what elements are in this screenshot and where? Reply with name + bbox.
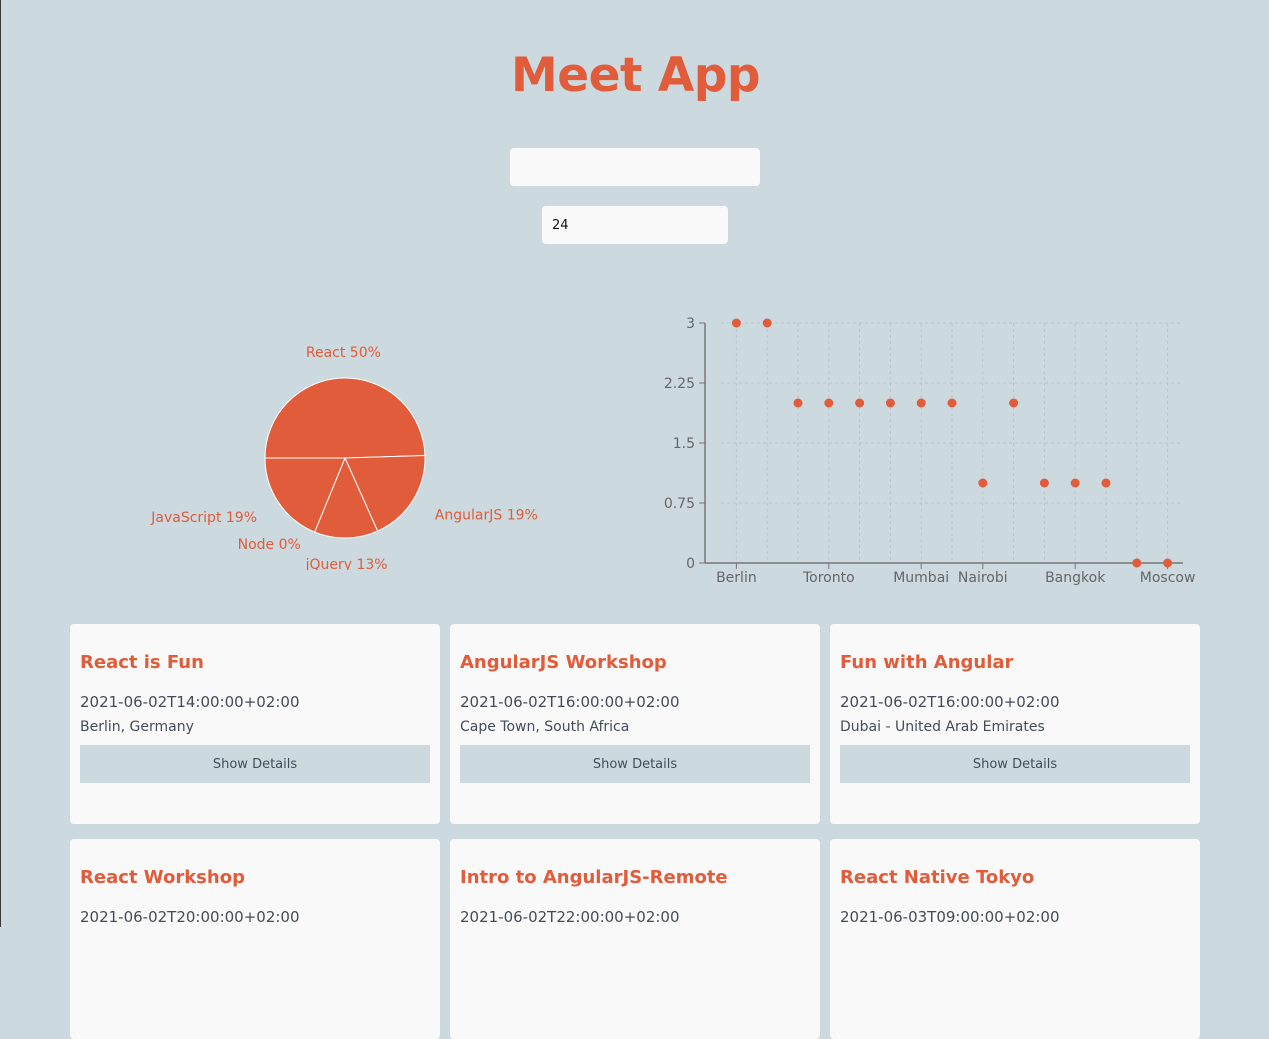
y-tick-label: 0.75 <box>664 496 695 512</box>
pie-label-javascript: JavaScript 19% <box>150 510 257 526</box>
page-title: Meet App <box>510 48 761 103</box>
scatter-point-cape-town <box>793 398 803 408</box>
scatter-point-moscow <box>1163 558 1173 568</box>
x-tick-label: Bangkok <box>1045 570 1106 586</box>
scatter-point-tokyo <box>1039 478 1049 488</box>
x-tick-label: Nairobi <box>958 570 1008 586</box>
event-title: React Native Tokyo <box>840 867 1035 888</box>
scatter-point-nairobi <box>978 478 988 488</box>
scatter-point-mumbai <box>916 398 926 408</box>
pie-label-angularjs: AngularJS 19% <box>435 507 538 523</box>
x-tick-label: Mumbai <box>893 570 949 586</box>
x-tick-label: Toronto <box>802 570 855 586</box>
event-title: React Workshop <box>80 867 245 888</box>
scatter-point-bangkok <box>1070 478 1080 488</box>
event-time: 2021-06-02T20:00:00+02:00 <box>80 908 300 926</box>
event-card: React Workshop 2021-06-02T20:00:00+02:00 <box>70 839 440 1039</box>
topic-pie-chart: React 50% AngularJS 19% jQuery 13% Node 0% J… <box>150 345 538 570</box>
event-card: React Native Tokyo 2021-06-03T09:00:00+0… <box>830 839 1200 1039</box>
event-time: 2021-06-02T22:00:00+02:00 <box>460 908 680 926</box>
show-details-button[interactable]: Show Details <box>460 745 810 783</box>
event-title: Intro to AngularJS-Remote <box>460 867 728 888</box>
event-location: Berlin, Germany <box>80 719 194 735</box>
y-tick-label: 2.25 <box>664 376 695 392</box>
scatter-point-dubai <box>855 398 865 408</box>
event-time: 2021-06-02T16:00:00+02:00 <box>460 693 680 711</box>
x-tick-label: Berlin <box>716 570 757 586</box>
city-events-scatter-chart: 0 0.75 1.5 2.25 3 Berlin Toronto Mumbai Nairobi B… <box>664 316 1196 586</box>
event-time: 2021-06-03T09:00:00+02:00 <box>840 908 1060 926</box>
scatter-point-berlin <box>731 318 741 328</box>
scatter-point-munich <box>1009 398 1019 408</box>
scatter-point-madrid <box>885 398 895 408</box>
pie-slice-react <box>264 377 426 459</box>
number-of-events-input[interactable] <box>542 206 728 244</box>
event-time: 2021-06-02T16:00:00+02:00 <box>840 693 1060 711</box>
scatter-point-toronto <box>824 398 834 408</box>
pie-label-node: Node 0% <box>238 537 301 553</box>
show-details-button[interactable]: Show Details <box>80 745 430 783</box>
y-tick-label: 1.5 <box>673 436 695 452</box>
event-title: React is Fun <box>80 652 204 673</box>
pie-label-jquery: jQuery 13% <box>305 557 388 570</box>
event-card: React is Fun 2021-06-02T14:00:00+02:00 B… <box>70 624 440 824</box>
event-card: Fun with Angular 2021-06-02T16:00:00+02:… <box>830 624 1200 824</box>
scatter-point-amsterdam <box>1132 558 1142 568</box>
pie-label-react: React 50% <box>306 345 381 361</box>
event-location: Cape Town, South Africa <box>460 719 630 735</box>
x-tick-label: Moscow <box>1140 570 1196 586</box>
y-tick-label: 3 <box>686 316 695 332</box>
event-time: 2021-06-02T14:00:00+02:00 <box>80 693 300 711</box>
show-details-button[interactable]: Show Details <box>840 745 1190 783</box>
y-tick-label: 0 <box>686 556 695 572</box>
event-card: Intro to AngularJS-Remote 2021-06-02T22:… <box>450 839 820 1039</box>
event-card: AngularJS Workshop 2021-06-02T16:00:00+0… <box>450 624 820 824</box>
event-title: AngularJS Workshop <box>460 652 667 673</box>
event-location: Dubai - United Arab Emirates <box>840 719 1045 735</box>
scatter-point-manila <box>1101 478 1111 488</box>
scatter-point-santiago <box>947 398 957 408</box>
event-title: Fun with Angular <box>840 652 1014 673</box>
city-search-input[interactable] <box>510 148 760 186</box>
scatter-point-london <box>762 318 772 328</box>
